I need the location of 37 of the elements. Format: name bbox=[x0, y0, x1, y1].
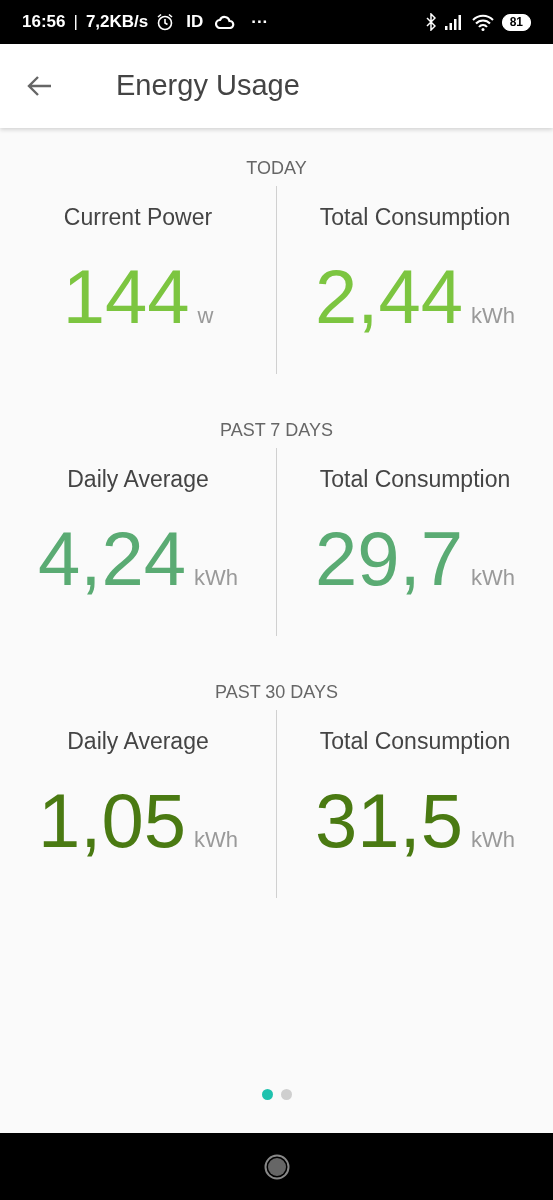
section-heading: TODAY bbox=[245, 157, 308, 180]
stat-value: 1,05 bbox=[38, 782, 186, 859]
stat-label: Daily Average bbox=[66, 465, 210, 494]
stat-unit: w bbox=[197, 301, 214, 330]
stat-unit: kWh bbox=[193, 825, 238, 854]
stat-value: 4,24 bbox=[38, 520, 186, 597]
more-dots: ··· bbox=[251, 11, 269, 34]
clock-time: 16:56 bbox=[22, 11, 66, 34]
stat-unit: kWh bbox=[470, 825, 515, 854]
page-indicator-dot[interactable] bbox=[261, 1089, 273, 1100]
carrier-label: ID bbox=[186, 11, 204, 34]
back-icon[interactable] bbox=[26, 75, 52, 97]
signal-icon bbox=[443, 14, 464, 30]
separator-mark: | bbox=[73, 11, 78, 34]
home-button[interactable] bbox=[263, 1153, 290, 1180]
stat-label: Total Consumption bbox=[318, 465, 512, 494]
stat-label: Daily Average bbox=[66, 727, 210, 756]
stat-unit: kWh bbox=[193, 563, 238, 592]
section-heading: PAST 30 DAYS bbox=[213, 681, 340, 704]
stat-label: Current Power bbox=[62, 203, 214, 232]
stat-value: 2,44 bbox=[315, 258, 463, 335]
stat-label: Total Consumption bbox=[318, 727, 512, 756]
page-indicator-dot[interactable] bbox=[280, 1089, 292, 1100]
stat-value: 29,7 bbox=[315, 520, 463, 597]
stat-unit: kWh bbox=[470, 301, 515, 330]
section-heading: PAST 7 DAYS bbox=[218, 419, 334, 442]
page-title: Energy Usage bbox=[116, 68, 300, 104]
alarm-icon bbox=[156, 13, 175, 31]
stat-value: 144 bbox=[62, 258, 190, 335]
wifi-icon bbox=[471, 13, 494, 31]
stat-label: Total Consumption bbox=[318, 203, 512, 232]
stat-unit: kWh bbox=[470, 563, 515, 592]
network-speed: 7,2KB/s bbox=[85, 11, 149, 34]
battery-indicator: 81 bbox=[501, 13, 531, 31]
cloud-icon bbox=[215, 15, 236, 29]
bluetooth-icon bbox=[425, 13, 436, 31]
stat-value: 31,5 bbox=[315, 782, 463, 859]
